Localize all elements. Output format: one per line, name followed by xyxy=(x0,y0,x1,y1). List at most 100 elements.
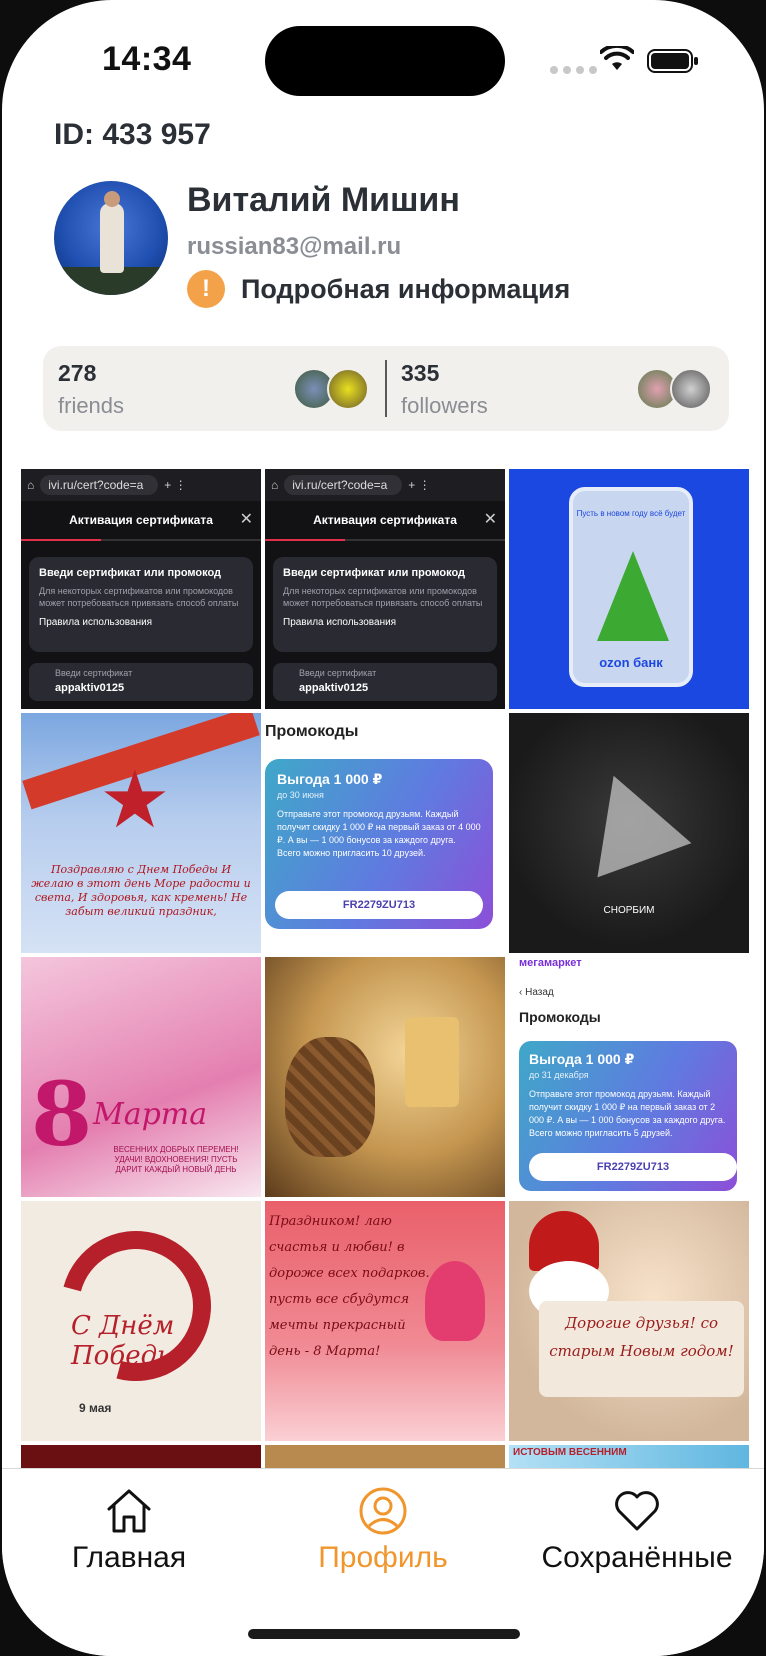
post-tile[interactable]: ⌂ ivi.ru/cert?code=a + ⋮ Активация серти… xyxy=(21,469,261,709)
post-tile[interactable]: С Днём Победы! 9 мая xyxy=(21,1201,261,1441)
tab-saved-label: Сохранённые xyxy=(541,1541,733,1574)
post-tile[interactable]: СНОРБИМ xyxy=(509,713,749,953)
snow-sign-text: Дорогие друзья! со старым Новым годом! xyxy=(539,1301,744,1397)
rules-link: Правила использования xyxy=(283,617,397,628)
promo-date: до 31 декабря xyxy=(529,1070,589,1080)
post-tile[interactable]: 8 Марта ВЕСЕННИХ ДОБРЫХ ПЕРЕМЕН! УДАЧИ! … xyxy=(21,957,261,1197)
victory-text: С Днём Победы! xyxy=(71,1311,189,1371)
status-time: 14:34 xyxy=(102,40,192,78)
candle-image xyxy=(405,1017,459,1107)
promo-text: Отправьте этот промокод друзьям. Каждый … xyxy=(277,809,481,858)
ozon-brand: ozon банк xyxy=(599,655,663,670)
march8-line: ВЕСЕННИХ ДОБРЫХ ПЕРЕМЕН! УДАЧИ! ВДОХНОВЕ… xyxy=(113,1145,239,1174)
cert-box-text: Для некоторых сертификатов или промокодо… xyxy=(39,586,239,608)
warning-icon: ! xyxy=(187,270,225,308)
friends-count: 278 xyxy=(58,360,97,386)
friends-label: friends xyxy=(58,393,125,418)
star-icon: ★ xyxy=(99,755,171,844)
home-indicator[interactable] xyxy=(248,1629,520,1639)
cert-box-title: Введи сертификат или промокод xyxy=(283,567,466,579)
stats-divider xyxy=(385,360,387,417)
cert-input-value: appaktiv0125 xyxy=(299,682,369,694)
cert-input: Введи сертификат appaktiv0125 xyxy=(29,663,253,701)
cert-box-text: Для некоторых сертификатов или промокодо… xyxy=(283,586,483,608)
close-icon: ✕ xyxy=(239,511,253,528)
victory-date: 9 мая xyxy=(79,1401,112,1415)
crane-text: СНОРБИМ xyxy=(603,905,655,916)
cert-input: Введи сертификат appaktiv0125 xyxy=(273,663,497,701)
tab-profile[interactable]: Профиль xyxy=(258,1485,508,1575)
tab-saved[interactable]: Сохранённые xyxy=(512,1485,762,1575)
promo-text: Отправьте этот промокод друзьям. Каждый … xyxy=(529,1089,726,1138)
progress-bar xyxy=(21,539,261,541)
tab-home[interactable]: Главная xyxy=(4,1485,254,1575)
post-tile[interactable]: Промокоды Выгода 1 000 ₽ до 30 июня Отпр… xyxy=(265,713,505,953)
post-tile[interactable]: Пусть в новом году всё будет ozon банк xyxy=(509,469,749,709)
rules-link: Правила использования xyxy=(39,617,153,628)
cert-input-label: Введи сертификат xyxy=(299,668,377,678)
status-bar: 14:34 xyxy=(2,0,764,110)
followers-avatars[interactable] xyxy=(636,368,712,410)
details-label: Подробная информация xyxy=(241,273,571,304)
browser-bar: ⌂ ivi.ru/cert?code=a + ⋮ xyxy=(265,469,505,501)
partial-text: ИСТОВЫМ ВЕСЕННИМ xyxy=(513,1447,627,1458)
promo-benefit: Выгода 1 000 ₽ xyxy=(529,1051,635,1067)
post-tile[interactable]: мегамаркет ‹ Назад Промокоды Выгода 1 00… xyxy=(509,957,749,1197)
user-email: russian83@mail.ru xyxy=(187,233,402,260)
promo-card: Выгода 1 000 ₽ до 31 декабря Отправьте э… xyxy=(519,1041,737,1191)
post-tile[interactable]: Праздником! лаю счастья и любви! в дорож… xyxy=(265,1201,505,1441)
battery-icon xyxy=(647,49,698,73)
wifi-icon xyxy=(600,46,634,70)
cert-title: Активация сертификата xyxy=(69,513,213,527)
ozon-card-text: Пусть в новом году всё будет xyxy=(576,509,686,518)
cert-title: Активация сертификата xyxy=(313,513,457,527)
promo-date: до 30 июня xyxy=(277,790,324,800)
post-tile[interactable]: Дорогие друзья! со старым Новым годом! xyxy=(509,1201,749,1441)
tab-home-label: Главная xyxy=(71,1541,187,1574)
promo-card: Выгода 1 000 ₽ до 30 июня Отправьте этот… xyxy=(265,759,493,929)
device-frame: 14:34 ID: 433 957 Виталий Мишин russian8… xyxy=(0,0,766,1656)
cert-box: Введи сертификат или промокод Для некото… xyxy=(29,557,253,652)
url-text: ivi.ru/cert?code=a xyxy=(40,475,159,495)
pinecone-image xyxy=(285,1037,375,1157)
stats-card: 278 friends 335 followers xyxy=(43,346,729,431)
followers-count: 335 xyxy=(401,360,440,386)
tulip-image xyxy=(425,1261,485,1341)
promo-code: FR2279ZU713 xyxy=(275,891,483,919)
avatar xyxy=(327,368,369,410)
friends-stat[interactable]: 278 friends xyxy=(58,360,124,419)
details-link[interactable]: ! Подробная информация xyxy=(187,270,570,308)
screen: 14:34 ID: 433 957 Виталий Мишин russian8… xyxy=(2,0,764,1656)
friends-avatars[interactable] xyxy=(293,368,369,410)
back-label: Назад xyxy=(525,987,554,998)
tab-bar: Главная Профиль Сохранённые xyxy=(2,1468,764,1656)
followers-label: followers xyxy=(401,393,488,418)
mega-header: мегамаркет xyxy=(519,957,582,969)
greeting-verse: Поздравляю с Днем Победы И желаю в этот … xyxy=(31,863,251,918)
browser-bar: ⌂ ivi.ru/cert?code=a + ⋮ xyxy=(21,469,261,501)
post-tile[interactable] xyxy=(265,957,505,1197)
url-text: ivi.ru/cert?code=a xyxy=(284,475,403,495)
profile-icon xyxy=(359,1487,407,1535)
promo-title: Промокоды xyxy=(265,723,359,740)
ribbon-decoration xyxy=(33,1203,239,1409)
back-link: ‹ Назад xyxy=(519,987,554,998)
user-name: Виталий Мишин xyxy=(187,181,460,219)
home-icon xyxy=(107,1489,151,1533)
post-tile[interactable]: ⌂ ivi.ru/cert?code=a + ⋮ Активация серти… xyxy=(265,469,505,709)
user-id: ID: 433 957 xyxy=(54,118,211,151)
promo-code: FR2279ZU713 xyxy=(529,1153,737,1181)
close-icon: ✕ xyxy=(483,511,497,528)
cert-box: Введи сертификат или промокод Для некото… xyxy=(273,557,497,652)
heart-icon xyxy=(615,1491,659,1531)
avatar xyxy=(670,368,712,410)
dynamic-island xyxy=(265,26,505,96)
cert-input-value: appaktiv0125 xyxy=(55,682,125,694)
avatar[interactable] xyxy=(54,181,168,295)
march8-word: Марта xyxy=(93,1097,208,1132)
followers-stat[interactable]: 335 followers xyxy=(401,360,488,419)
post-tile[interactable]: ★ Поздравляю с Днем Победы И желаю в это… xyxy=(21,713,261,953)
tab-profile-label: Профиль xyxy=(318,1541,448,1574)
progress-bar xyxy=(265,539,505,541)
ozon-card: Пусть в новом году всё будет ozon банк xyxy=(569,487,693,687)
